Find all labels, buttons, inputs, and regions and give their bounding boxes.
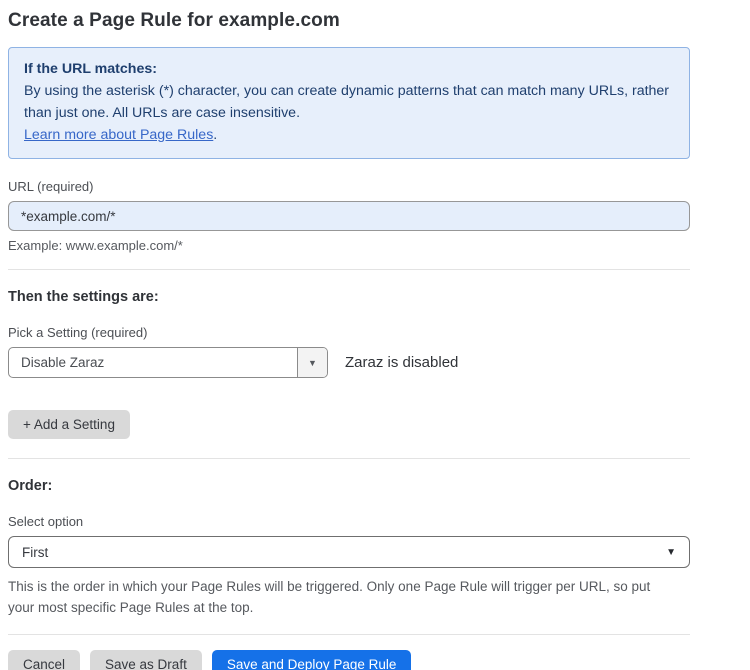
order-section-heading: Order:: [8, 478, 698, 494]
setting-picker-row: Disable Zaraz ▼ Zaraz is disabled: [8, 347, 698, 378]
footer-actions: Cancel Save as Draft Save and Deploy Pag…: [8, 650, 698, 670]
dropdown-arrow-button[interactable]: ▼: [297, 348, 327, 377]
order-select[interactable]: First ▼: [8, 536, 690, 568]
save-as-draft-button[interactable]: Save as Draft: [90, 650, 202, 670]
add-setting-button[interactable]: + Add a Setting: [8, 410, 130, 439]
info-box-link-line: Learn more about Page Rules.: [24, 124, 674, 146]
order-select-value: First: [22, 545, 48, 560]
order-help-text: This is the order in which your Page Rul…: [8, 576, 680, 618]
setting-status-text: Zaraz is disabled: [345, 354, 458, 371]
cancel-button[interactable]: Cancel: [8, 650, 80, 670]
page-title: Create a Page Rule for example.com: [8, 10, 698, 32]
link-period: .: [213, 127, 217, 143]
chevron-down-icon: ▼: [666, 547, 676, 558]
setting-picker-dropdown[interactable]: Disable Zaraz ▼: [8, 347, 328, 378]
chevron-down-icon: ▼: [308, 358, 317, 368]
info-box-body: By using the asterisk (*) character, you…: [24, 80, 674, 124]
settings-section-heading: Then the settings are:: [8, 289, 698, 305]
info-box-heading: If the URL matches:: [24, 58, 674, 80]
learn-more-link[interactable]: Learn more about Page Rules: [24, 127, 213, 143]
picker-label: Pick a Setting (required): [8, 325, 698, 340]
divider: [8, 458, 690, 459]
page-rule-form: Create a Page Rule for example.com If th…: [0, 0, 698, 670]
url-match-info-box: If the URL matches: By using the asteris…: [8, 47, 690, 159]
url-example-hint: Example: www.example.com/*: [8, 238, 698, 253]
order-select-label: Select option: [8, 514, 698, 529]
url-field-label: URL (required): [8, 179, 698, 194]
url-input[interactable]: [8, 201, 690, 231]
divider: [8, 269, 690, 270]
setting-picker-value: Disable Zaraz: [9, 348, 297, 377]
divider: [8, 634, 690, 635]
save-and-deploy-button[interactable]: Save and Deploy Page Rule: [212, 650, 412, 670]
